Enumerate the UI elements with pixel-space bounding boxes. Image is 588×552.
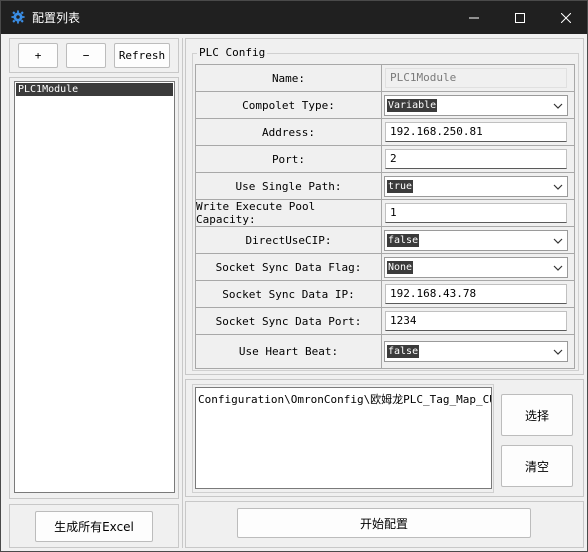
property-grid: Name: PLC1Module Compolet Type: Variable…: [195, 64, 575, 369]
chevron-down-icon: [553, 265, 563, 271]
refresh-button[interactable]: Refresh: [114, 43, 170, 68]
gear-icon: [11, 10, 25, 24]
direct-use-cip-select[interactable]: false: [384, 230, 568, 251]
direct-use-cip-label: DirectUseCIP:: [196, 227, 382, 254]
property-row-sync-port: Socket Sync Data Port: 1234: [196, 308, 574, 335]
select-file-button[interactable]: 选择: [501, 394, 573, 436]
config-list-window: 配置列表 + − Refresh PLC1Module 生成所有Excel PL…: [0, 0, 588, 552]
property-row-name: Name: PLC1Module: [196, 65, 574, 92]
title-bar[interactable]: 配置列表: [1, 1, 587, 34]
name-field: PLC1Module: [385, 68, 567, 88]
property-row-direct-use-cip: DirectUseCIP: false: [196, 227, 574, 254]
maximize-icon: [515, 12, 525, 23]
sync-flag-label: Socket Sync Data Flag:: [196, 254, 382, 281]
sync-port-label: Socket Sync Data Port:: [196, 308, 382, 335]
plc-config-title: PLC Config: [197, 46, 268, 59]
heart-beat-value: false: [387, 345, 420, 358]
chevron-down-icon: [553, 103, 563, 109]
property-row-sync-flag: Socket Sync Data Flag: None: [196, 254, 574, 281]
remove-module-button[interactable]: −: [66, 43, 106, 68]
heart-beat-label: Use Heart Beat:: [196, 335, 382, 368]
file-path-text: Configuration\OmronConfig\欧姆龙PLC_Tag_Map…: [198, 393, 492, 406]
close-button[interactable]: [543, 1, 588, 34]
compolet-type-label: Compolet Type:: [196, 92, 382, 119]
property-row-use-single-path: Use Single Path: true: [196, 173, 574, 200]
compolet-type-value: Variable: [387, 99, 438, 112]
property-row-address: Address: 192.168.250.81: [196, 119, 574, 146]
list-item[interactable]: PLC1Module: [16, 83, 173, 96]
address-label: Address:: [196, 119, 382, 146]
close-icon: [561, 12, 571, 23]
pool-capacity-field[interactable]: 1: [385, 203, 567, 223]
sync-flag-select[interactable]: None: [384, 257, 568, 278]
direct-use-cip-value: false: [387, 234, 420, 247]
port-field[interactable]: 2: [385, 149, 567, 169]
sync-ip-field[interactable]: 192.168.43.78: [385, 284, 567, 304]
panel-divider[interactable]: [182, 38, 183, 548]
address-field[interactable]: 192.168.250.81: [385, 122, 567, 142]
window-title: 配置列表: [32, 11, 81, 25]
port-label: Port:: [196, 146, 382, 173]
generate-all-excel-button[interactable]: 生成所有Excel: [35, 511, 153, 542]
use-single-path-label: Use Single Path:: [196, 173, 382, 200]
property-row-pool-capacity: Write Execute Pool Capacity: 1: [196, 200, 574, 227]
minimize-button[interactable]: [451, 1, 497, 34]
property-row-sync-ip: Socket Sync Data IP: 192.168.43.78: [196, 281, 574, 308]
property-row-heart-beat: Use Heart Beat: false: [196, 335, 574, 368]
property-row-compolet-type: Compolet Type: Variable: [196, 92, 574, 119]
use-single-path-value: true: [387, 180, 414, 193]
compolet-type-select[interactable]: Variable: [384, 95, 568, 116]
chevron-down-icon: [553, 238, 563, 244]
start-config-button[interactable]: 开始配置: [237, 508, 531, 538]
maximize-button[interactable]: [497, 1, 543, 34]
name-label: Name:: [196, 65, 382, 92]
clear-files-button[interactable]: 清空: [501, 445, 573, 487]
module-list[interactable]: PLC1Module: [14, 81, 175, 493]
pool-capacity-label: Write Execute Pool Capacity:: [196, 200, 382, 227]
heart-beat-select[interactable]: false: [384, 341, 568, 362]
add-module-button[interactable]: +: [18, 43, 58, 68]
sync-ip-label: Socket Sync Data IP:: [196, 281, 382, 308]
use-single-path-select[interactable]: true: [384, 176, 568, 197]
sync-port-field[interactable]: 1234: [385, 311, 567, 331]
chevron-down-icon: [553, 349, 563, 355]
chevron-down-icon: [553, 184, 563, 190]
sync-flag-value: None: [387, 261, 414, 274]
file-path-textarea[interactable]: Configuration\OmronConfig\欧姆龙PLC_Tag_Map…: [195, 387, 492, 489]
property-row-port: Port: 2: [196, 146, 574, 173]
minimize-icon: [469, 17, 479, 18]
